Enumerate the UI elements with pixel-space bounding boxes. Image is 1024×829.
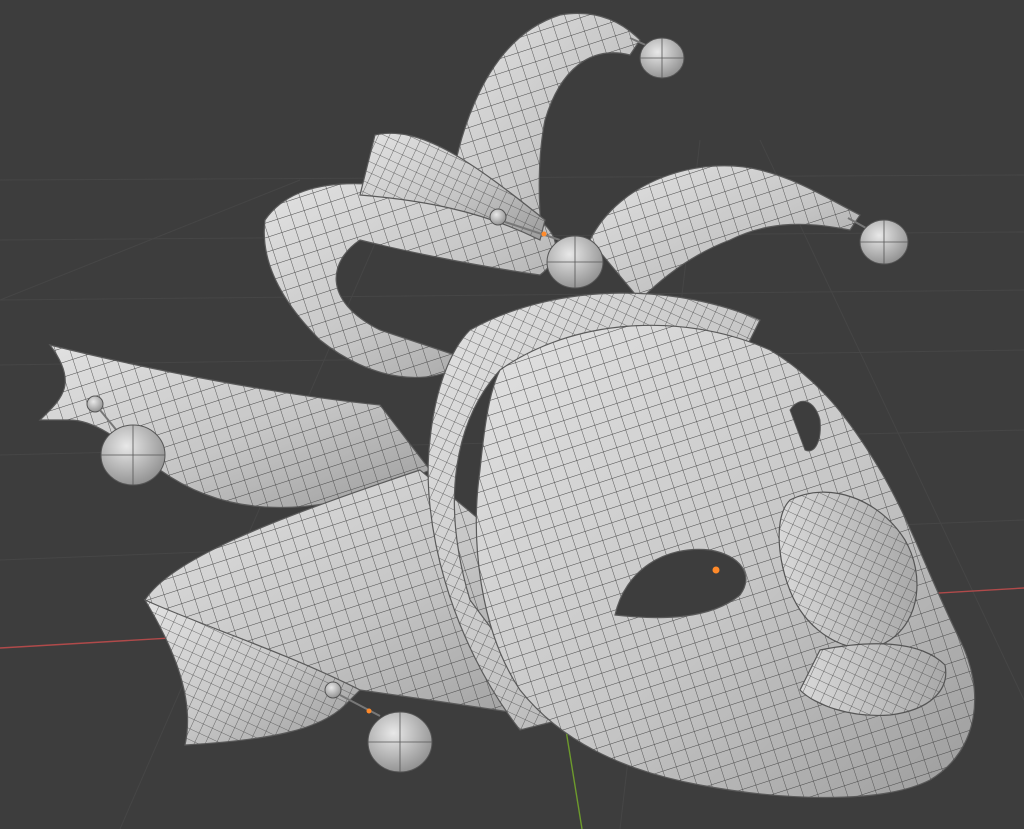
bell-top[interactable] <box>629 37 685 79</box>
bell-origin-point-2 <box>541 231 547 237</box>
mask-face <box>475 324 976 799</box>
bell-origin-point <box>366 708 372 714</box>
object-origin-point[interactable] <box>712 566 720 574</box>
mask-horn-right <box>589 165 861 301</box>
bell-right[interactable] <box>847 217 909 265</box>
3d-viewport[interactable] <box>0 0 1024 829</box>
viewport-canvas[interactable] <box>0 0 1024 829</box>
